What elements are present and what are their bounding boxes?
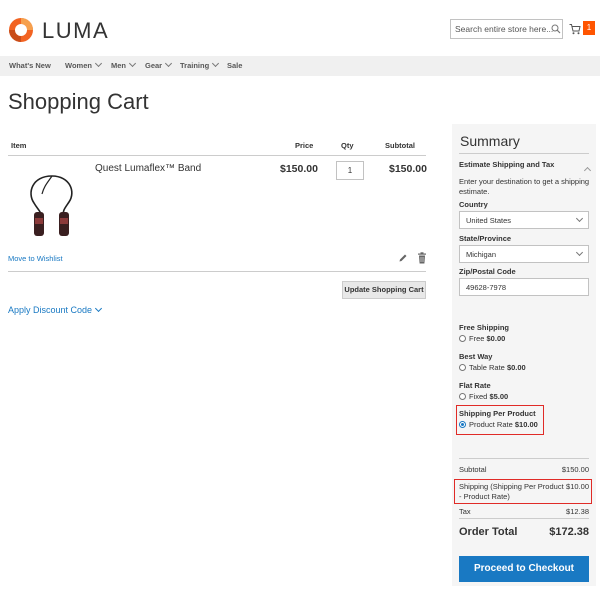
shipping-option-table-rate[interactable]: Table Rate $0.00 bbox=[459, 363, 526, 372]
column-header-qty: Qty bbox=[341, 141, 354, 150]
nav-item-whats-new[interactable]: What's New bbox=[9, 61, 51, 70]
nav-label: Training bbox=[180, 61, 210, 70]
shipping-label: - Product Rate) bbox=[459, 492, 510, 501]
nav-item-gear[interactable]: Gear bbox=[145, 59, 173, 70]
shipping-method-title: Best Way bbox=[459, 352, 493, 361]
move-to-wishlist-link[interactable]: Move to Wishlist bbox=[8, 254, 63, 263]
tax-value: $12.38 bbox=[566, 507, 589, 516]
chevron-down-icon bbox=[94, 59, 102, 68]
proceed-to-checkout-button[interactable]: Proceed to Checkout bbox=[459, 556, 589, 582]
divider bbox=[459, 153, 589, 154]
country-label: Country bbox=[459, 200, 488, 209]
product-name-link[interactable]: Quest Lumaflex™ Band bbox=[95, 163, 201, 174]
option-label: Table Rate bbox=[469, 363, 505, 372]
summary-title: Summary bbox=[460, 133, 520, 149]
shipping-method-title: Free Shipping bbox=[459, 323, 510, 332]
country-select[interactable]: United States bbox=[459, 211, 589, 229]
country-value: United States bbox=[466, 216, 512, 225]
product-image[interactable] bbox=[22, 168, 82, 238]
page-title: Shopping Cart bbox=[8, 89, 149, 114]
divider bbox=[8, 271, 426, 272]
nav-label: Men bbox=[111, 61, 126, 70]
apply-discount-toggle[interactable]: Apply Discount Code bbox=[8, 304, 103, 315]
update-cart-button[interactable]: Update Shopping Cart bbox=[342, 281, 426, 299]
shipping-value: $10.00 bbox=[566, 482, 589, 491]
radio-button[interactable] bbox=[459, 364, 466, 371]
product-subtotal: $150.00 bbox=[389, 163, 427, 175]
estimate-shipping-toggle[interactable]: Estimate Shipping and Tax bbox=[459, 160, 554, 169]
search-input[interactable]: Search entire store here... bbox=[450, 19, 563, 39]
state-label: State/Province bbox=[459, 234, 512, 243]
chevron-down-icon bbox=[575, 248, 584, 257]
nav-item-training[interactable]: Training bbox=[180, 59, 220, 70]
quantity-input[interactable]: 1 bbox=[336, 161, 364, 180]
nav-label: Sale bbox=[227, 61, 243, 70]
option-price: $0.00 bbox=[506, 363, 526, 372]
nav-label: Gear bbox=[145, 61, 163, 70]
nav-item-sale[interactable]: Sale bbox=[227, 61, 242, 70]
column-header-subtotal: Subtotal bbox=[385, 141, 415, 150]
chevron-down-icon bbox=[165, 59, 173, 68]
nav-item-men[interactable]: Men bbox=[111, 59, 137, 70]
logo-text[interactable]: LUMA bbox=[42, 18, 109, 44]
order-total-label: Order Total bbox=[459, 526, 518, 538]
radio-button[interactable] bbox=[459, 335, 466, 342]
radio-button[interactable] bbox=[459, 393, 466, 400]
nav-label: Women bbox=[65, 61, 92, 70]
option-label: Product Rate bbox=[469, 420, 513, 429]
option-price: $0.00 bbox=[486, 334, 506, 343]
state-value: Michigan bbox=[466, 250, 497, 259]
subtotal-value: $150.00 bbox=[561, 465, 589, 474]
divider bbox=[459, 518, 589, 519]
divider bbox=[459, 458, 589, 459]
column-header-item: Item bbox=[11, 141, 27, 150]
shipping-method-title: Flat Rate bbox=[459, 381, 491, 390]
cart-icon[interactable] bbox=[569, 23, 581, 35]
option-label: Fixed bbox=[469, 392, 488, 401]
shipping-option-free[interactable]: Free $0.00 bbox=[459, 334, 505, 343]
pencil-icon[interactable] bbox=[398, 253, 408, 263]
trash-icon[interactable] bbox=[417, 252, 427, 264]
option-price: $10.00 bbox=[514, 420, 538, 429]
order-total-value: $172.38 bbox=[549, 526, 589, 538]
estimate-description: Enter your destination to get a shipping bbox=[459, 177, 590, 186]
tax-label: Tax bbox=[459, 507, 471, 516]
chevron-down-icon bbox=[212, 59, 220, 68]
shipping-option-fixed[interactable]: Fixed $5.00 bbox=[459, 392, 508, 401]
option-price: $5.00 bbox=[489, 392, 509, 401]
shipping-label: Shipping (Shipping Per Product bbox=[459, 482, 564, 491]
radio-button-selected[interactable] bbox=[459, 421, 466, 428]
zip-input[interactable]: 49628-7978 bbox=[459, 278, 589, 296]
column-header-price: Price bbox=[295, 141, 314, 150]
chevron-down-icon bbox=[95, 304, 103, 313]
state-select[interactable]: Michigan bbox=[459, 245, 589, 263]
nav-item-women[interactable]: Women bbox=[65, 59, 102, 70]
shipping-option-product-rate[interactable]: Product Rate $10.00 bbox=[459, 420, 538, 429]
discount-label: Apply Discount Code bbox=[8, 305, 93, 315]
cart-count-badge[interactable]: 1 bbox=[583, 21, 595, 35]
option-label: Free bbox=[469, 334, 485, 343]
product-price: $150.00 bbox=[280, 163, 318, 175]
shipping-method-title: Shipping Per Product bbox=[459, 409, 536, 418]
chevron-down-icon bbox=[575, 214, 584, 223]
nav-label: What's New bbox=[9, 61, 51, 70]
divider bbox=[8, 155, 426, 156]
estimate-description: estimate. bbox=[459, 187, 490, 196]
subtotal-label: Subtotal bbox=[459, 465, 487, 474]
search-icon[interactable] bbox=[551, 24, 561, 34]
luma-logo-icon[interactable] bbox=[8, 17, 34, 43]
zip-label: Zip/Postal Code bbox=[459, 267, 516, 276]
chevron-down-icon bbox=[128, 59, 137, 68]
